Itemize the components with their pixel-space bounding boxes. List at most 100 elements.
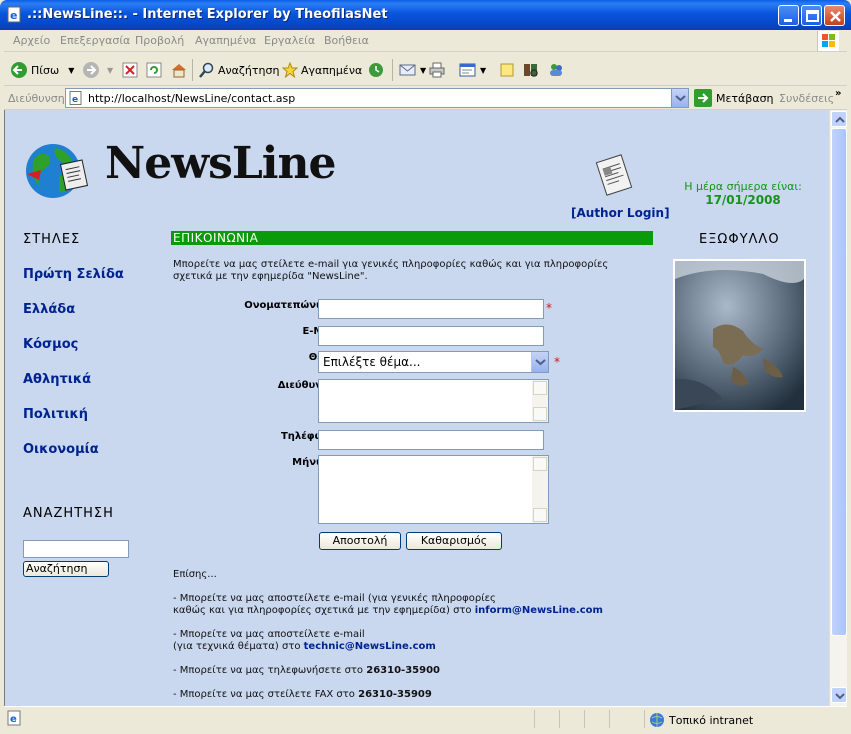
favorites-button[interactable]: Αγαπημένα [282,59,362,81]
address-input[interactable]: e http://localhost/NewsLine/contact.asp [65,88,689,108]
name-input[interactable] [318,299,544,319]
security-zone[interactable]: Τοπικό intranet [649,712,753,728]
nav-header: ΣΤΗΛΕΣ [23,232,81,247]
menu-file[interactable]: Αρχείο [13,34,50,47]
globe-logo-icon [26,144,89,198]
phone-input[interactable] [318,430,544,450]
history-button[interactable] [368,59,384,81]
info-general-line-1: - Μπορείτε να μας αποστείλετε e-mail (γι… [173,593,496,604]
address-dropdown-button[interactable] [671,89,688,107]
refresh-button[interactable] [146,59,162,81]
site-logo[interactable]: NewsLine [105,138,336,189]
cover-header: ΕΞΩΦΥΛΛΟ [699,232,780,247]
mail-button[interactable]: ▼ [399,59,426,81]
status-segment [644,710,645,728]
info-general-text: καθώς και για πληροφορίες σχετικά με την… [173,605,472,616]
mail-dropdown-icon[interactable]: ▼ [420,66,426,75]
back-button[interactable]: Πίσω ▼ [10,59,74,81]
go-arrow-icon [694,89,712,107]
menu-view[interactable]: Προβολή [135,34,184,47]
author-login-link[interactable]: [Author Login] [571,206,670,220]
required-mark: * [554,355,560,369]
search-header: ΑΝΑΖΗΤΗΣΗ [23,506,114,521]
message-textarea[interactable] [318,455,549,524]
date-value: 17/01/2008 [705,193,781,207]
site-search-button[interactable]: Αναζήτηση [23,561,109,577]
info-general-line-2: καθώς και για πληροφορίες σχετικά με την… [173,605,603,617]
search-button[interactable]: Αναζήτηση [199,59,279,81]
nav-item-politics[interactable]: Πολιτική [23,407,88,422]
site-search-input[interactable] [23,540,129,558]
scroll-up-icon[interactable] [533,457,547,471]
print-button[interactable] [429,59,445,81]
title-bar[interactable]: e .::NewsLine::. - Internet Explorer by … [0,0,851,30]
stop-icon [122,62,138,78]
email-input[interactable] [318,326,544,346]
maximize-button[interactable] [801,5,822,26]
cover-satellite-image[interactable] [673,259,806,412]
nav-item-greece[interactable]: Ελλάδα [23,302,75,317]
menu-tools[interactable]: Εργαλεία [264,34,315,47]
forward-arrow-icon [83,62,99,78]
subject-select[interactable]: Επιλέξτε θέμα... [318,351,549,373]
submit-button[interactable]: Αποστολή [319,532,401,550]
info-tech-text: (για τεχνικά θέματα) στο [173,641,301,652]
edit-button[interactable]: ▼ [459,59,486,81]
scroll-down-icon[interactable] [533,508,547,522]
page-scrollbar[interactable] [829,110,847,706]
nav-item-front-page[interactable]: Πρώτη Σελίδα [23,267,124,282]
scroll-up-button[interactable] [831,111,847,127]
messenger-button[interactable] [547,59,565,81]
textarea-scrollbar[interactable] [532,380,548,422]
subject-dropdown-button[interactable] [531,352,548,372]
textarea-scrollbar[interactable] [532,456,548,523]
newspaper-icon [595,154,633,196]
nav-item-sports[interactable]: Αθλητικά [23,372,91,387]
ie-page-icon: e [69,91,82,105]
info-fax-text: - Μπορείτε να μας στείλετε FAX στο [173,689,355,700]
address-textarea[interactable] [318,379,549,423]
intro-line-1: Μπορείτε να μας στείλετε e-mail για γενι… [173,259,609,270]
menu-edit[interactable]: Επεξεργασία [60,34,130,47]
toolbar-separator [192,59,193,81]
tech-email-link[interactable]: technic@NewsLine.com [304,641,436,652]
back-dropdown-icon[interactable]: ▼ [68,66,74,75]
home-button[interactable] [170,59,188,81]
note-icon [500,63,514,77]
ie-page-icon: e [7,710,21,726]
page-viewport: NewsLine [Author Login] Η μέρα σήμερα εί… [4,110,829,706]
go-label: Μετάβαση [716,91,774,105]
address-bar: Διεύθυνση e http://localhost/NewsLine/co… [4,86,847,110]
reset-button[interactable]: Καθαρισμός [406,532,502,550]
status-segment [609,710,610,728]
address-url: http://localhost/NewsLine/contact.asp [88,92,296,105]
links-toolbar[interactable]: Συνδέσεις [779,92,834,105]
chevron-right-icon[interactable]: » [835,88,841,99]
status-segment [559,710,560,728]
go-button[interactable]: Μετάβαση [694,89,774,107]
menu-help[interactable]: Βοήθεια [324,34,369,47]
forward-dropdown-icon[interactable]: ▼ [107,66,113,75]
stop-button[interactable] [122,59,138,81]
chevron-down-icon [835,693,845,700]
nav-item-world[interactable]: Κόσμος [23,337,78,352]
home-icon [172,64,186,78]
info-phone-text: - Μπορείτε να μας τηλεφωνήσετε στο [173,665,364,676]
nav-item-economy[interactable]: Οικονομία [23,442,99,457]
research-button[interactable] [522,59,540,81]
intro-line-2: σχετικά με την εφημερίδα "NewsLine". [173,271,368,282]
minimize-button[interactable] [778,5,799,26]
scroll-down-button[interactable] [831,687,847,703]
close-icon [830,11,841,22]
svg-text:e: e [10,714,17,725]
scroll-thumb[interactable] [831,128,847,636]
general-email-link[interactable]: inform@NewsLine.com [475,605,603,616]
close-button[interactable] [824,5,845,26]
scroll-down-icon[interactable] [533,407,547,421]
menu-favorites[interactable]: Αγαπημένα [195,34,256,47]
messenger-icon [550,64,562,76]
forward-button[interactable]: ▼ [82,59,113,81]
discuss-button[interactable] [499,59,515,81]
scroll-up-icon[interactable] [533,381,547,395]
edit-dropdown-icon[interactable]: ▼ [480,66,486,75]
